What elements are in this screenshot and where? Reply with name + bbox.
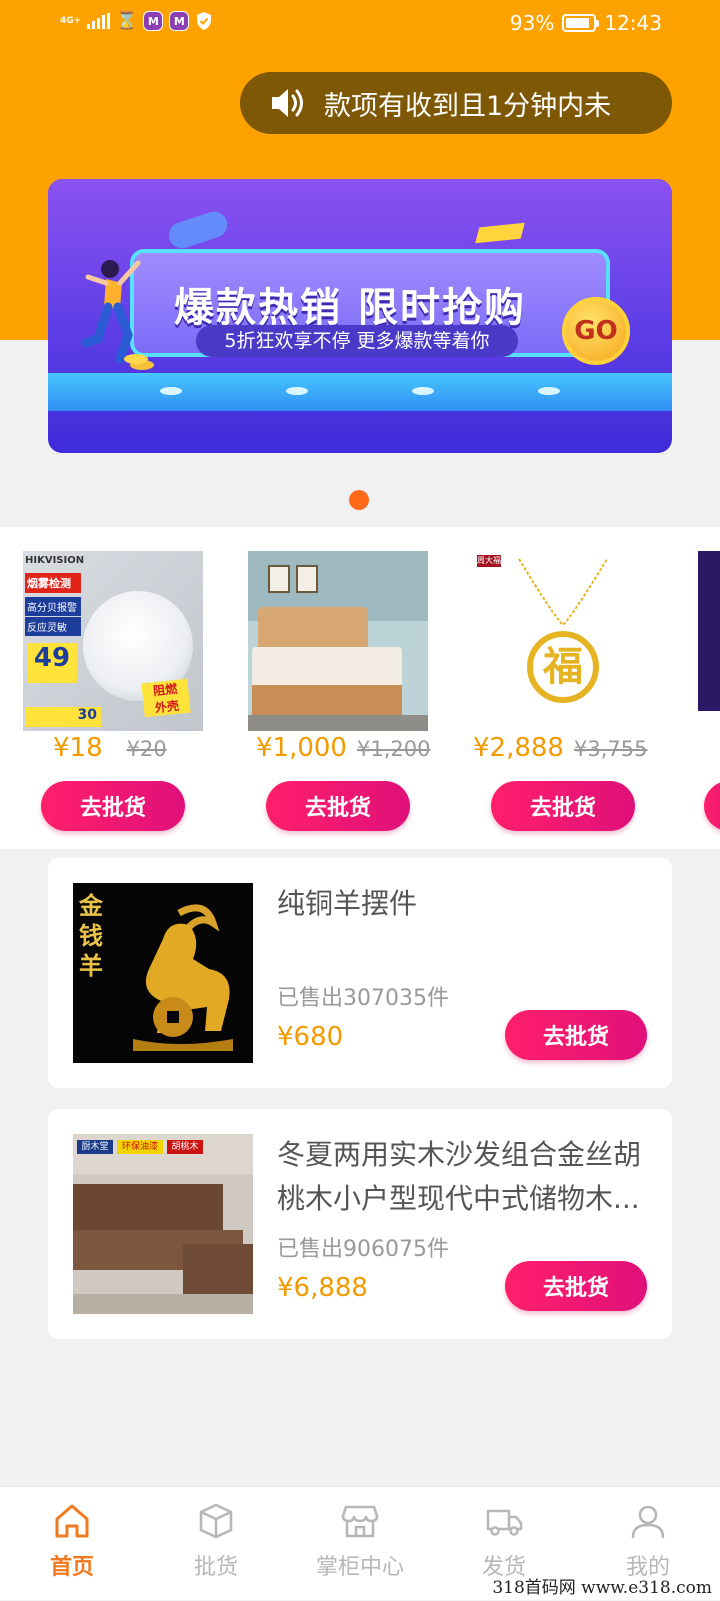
battery-percent: 93% bbox=[510, 11, 554, 35]
bed-frame bbox=[252, 685, 402, 715]
sofa-back bbox=[73, 1184, 223, 1234]
floor bbox=[248, 715, 428, 731]
image-tag: 反应灵敏 bbox=[25, 617, 81, 636]
sold-count: 已售出906075件 bbox=[277, 1231, 449, 1263]
nav-item-home[interactable]: 首页 bbox=[0, 1487, 144, 1601]
wholesale-button[interactable]: 去批货 bbox=[491, 781, 635, 831]
signal-icon bbox=[87, 13, 110, 29]
home-icon bbox=[52, 1501, 92, 1541]
original-price: ¥3,755 bbox=[574, 737, 647, 761]
image-tag: 阻燃 外壳 bbox=[141, 679, 190, 718]
hourglass-icon: ⌛ bbox=[116, 11, 137, 31]
shield-check-icon bbox=[195, 11, 213, 31]
promo-banner[interactable]: 爆款热销 限时抢购 5折狂欢享不停 更多爆款等着你 GO bbox=[48, 179, 672, 453]
strip-price-row: ¥2,888 ¥3,755 bbox=[473, 733, 673, 763]
next-product-preview[interactable] bbox=[698, 551, 720, 711]
strip-product-card[interactable]: ¥1,000 ¥1,200 去批货 bbox=[248, 527, 448, 849]
wholesale-button[interactable]: 去批货 bbox=[505, 1261, 647, 1311]
battery-icon bbox=[562, 14, 596, 32]
box-icon bbox=[196, 1501, 236, 1541]
strip-price-row: ¥1,000 ¥1,200 bbox=[248, 733, 448, 763]
watermark: 318首码网 www.e318.com bbox=[492, 1573, 712, 1598]
nav-label-wholesale: 批货 bbox=[144, 1549, 288, 1581]
running-woman-illustration bbox=[76, 247, 156, 377]
banner-decoration bbox=[165, 208, 230, 251]
original-price: ¥1,200 bbox=[357, 737, 430, 761]
notice-text: 款项有收到且1分钟内未 bbox=[324, 84, 611, 123]
price: ¥6,888 bbox=[277, 1273, 368, 1303]
image-brand-text: HIKVISION bbox=[25, 555, 84, 566]
price: ¥1,000 bbox=[256, 733, 347, 763]
product-image-sofa: 厨木堂 环保油漆 胡桃木 bbox=[73, 1134, 253, 1314]
status-left: 4G+ ⌛ M M bbox=[60, 11, 213, 31]
fu-pendant: 福 bbox=[527, 631, 599, 703]
goat-statue bbox=[109, 899, 249, 1059]
banner-shelf-lights bbox=[48, 387, 672, 395]
original-price: ¥20 bbox=[127, 737, 167, 761]
carousel-indicator[interactable] bbox=[349, 490, 369, 510]
price: ¥18 bbox=[53, 733, 103, 763]
image-tag: 高分贝报警 bbox=[25, 597, 81, 616]
store-icon bbox=[340, 1501, 380, 1541]
nav-item-shopkeeper-center[interactable]: 掌柜中心 bbox=[288, 1487, 432, 1601]
image-tag: 30 bbox=[25, 707, 101, 727]
next-product-button-partial[interactable] bbox=[704, 781, 720, 831]
product-image-copper-goat: 金钱羊 bbox=[73, 883, 253, 1063]
strip-product-card[interactable]: 周大福 福 ¥2,888 ¥3,755 去批货 bbox=[473, 527, 673, 849]
banner-go-badge: GO bbox=[562, 297, 630, 365]
wholesale-button[interactable]: 去批货 bbox=[41, 781, 185, 831]
necklace-chain bbox=[513, 555, 613, 635]
truck-icon bbox=[484, 1501, 524, 1541]
image-tag: 胡桃木 bbox=[167, 1140, 203, 1154]
network-type-label: 4G+ bbox=[60, 17, 81, 26]
image-tag-line: 外壳 bbox=[154, 699, 179, 715]
wholesale-button[interactable]: 去批货 bbox=[505, 1010, 647, 1060]
product-image-smoke-detector: HIKVISION 烟雾检测 高分贝报警 反应灵敏 49 阻燃 外壳 30 bbox=[23, 551, 203, 731]
image-brand-text: 周大福 bbox=[477, 555, 501, 567]
nav-label-shopkeeper-center: 掌柜中心 bbox=[288, 1549, 432, 1581]
image-calligraphy: 金钱羊 bbox=[79, 891, 109, 981]
product-strip: HIKVISION 烟雾检测 高分贝报警 反应灵敏 49 阻燃 外壳 30 ¥1… bbox=[0, 527, 720, 849]
price: ¥2,888 bbox=[473, 733, 564, 763]
wholesale-button[interactable]: 去批货 bbox=[266, 781, 410, 831]
banner-decoration-flag bbox=[475, 223, 525, 244]
nav-label-home: 首页 bbox=[0, 1549, 144, 1581]
user-icon bbox=[628, 1501, 668, 1541]
price: ¥680 bbox=[277, 1022, 343, 1052]
image-tag: 49 bbox=[27, 643, 77, 683]
nav-item-wholesale[interactable]: 批货 bbox=[144, 1487, 288, 1601]
status-right: 93% 12:43 bbox=[510, 11, 662, 35]
product-title: 纯铜羊摆件 bbox=[277, 882, 657, 926]
clock: 12:43 bbox=[604, 11, 662, 35]
status-bar: 4G+ ⌛ M M 93% 12:43 bbox=[0, 0, 720, 50]
sofa-chaise bbox=[183, 1244, 253, 1294]
wall-frame bbox=[296, 565, 318, 593]
strip-price-row: ¥18 ¥20 bbox=[23, 733, 223, 763]
banner-subtitle: 5折狂欢享不停 更多爆款等着你 bbox=[196, 325, 518, 357]
product-title: 冬夏两用实木沙发组合金丝胡桃木小户型现代中式储物木... bbox=[277, 1133, 657, 1221]
image-tag: 厨木堂 bbox=[77, 1140, 113, 1154]
image-tag: 烟雾检测 bbox=[25, 573, 81, 593]
speaker-icon bbox=[268, 85, 308, 121]
sold-count: 已售出307035件 bbox=[277, 980, 449, 1012]
product-list-card[interactable]: 金钱羊 纯铜羊摆件 已售出307035件 ¥680 去批货 bbox=[48, 858, 672, 1088]
product-image-gold-pendant: 周大福 福 bbox=[473, 551, 653, 731]
strip-product-card[interactable]: HIKVISION 烟雾检测 高分贝报警 反应灵敏 49 阻燃 外壳 30 ¥1… bbox=[23, 527, 223, 849]
wall-frame bbox=[268, 565, 290, 593]
image-tag: 环保油漆 bbox=[117, 1140, 163, 1154]
product-image-bed bbox=[248, 551, 428, 731]
app-notification-icon: M bbox=[143, 11, 163, 31]
image-tag-line: 阻燃 bbox=[152, 682, 177, 698]
app-notification-icon-2: M bbox=[169, 11, 189, 31]
product-list-card[interactable]: 厨木堂 环保油漆 胡桃木 冬夏两用实木沙发组合金丝胡桃木小户型现代中式储物木..… bbox=[48, 1109, 672, 1339]
notice-marquee[interactable]: 款项有收到且1分钟内未 bbox=[240, 72, 672, 134]
floor bbox=[73, 1294, 253, 1314]
